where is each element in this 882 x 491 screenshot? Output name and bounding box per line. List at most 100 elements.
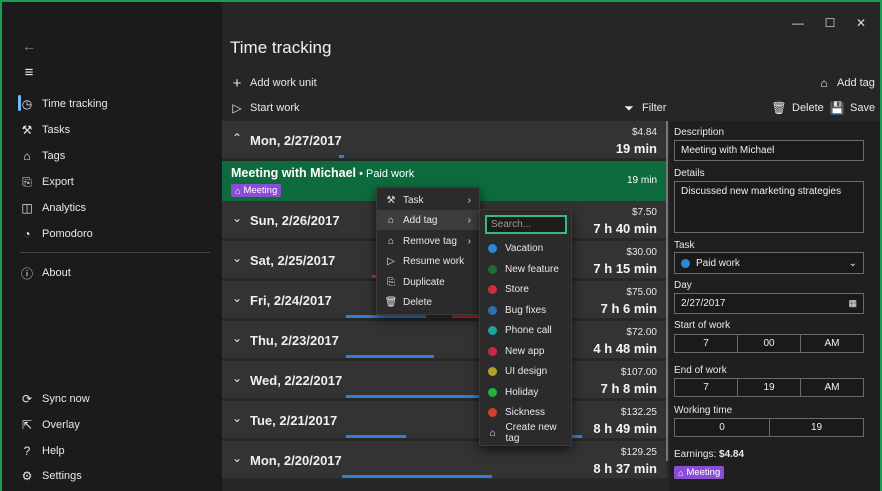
end-ampm-picker[interactable]: AM	[800, 378, 864, 397]
day-row[interactable]: ⌃ Mon, 2/27/2017 $4.84 19 min	[222, 121, 667, 159]
list-scrollbar[interactable]	[666, 121, 668, 461]
day-earnings: $75.00	[626, 287, 657, 298]
tag-submenu: Search... Vacation New feature Store Bug…	[479, 209, 572, 446]
menu-item-label: Remove tag	[403, 235, 457, 247]
day-progress-bar	[346, 355, 434, 358]
hamburger-menu-icon[interactable]: ≡	[22, 64, 36, 81]
back-arrow-icon[interactable]: ←	[22, 38, 36, 54]
end-hour-picker[interactable]: 7	[674, 378, 738, 397]
close-button[interactable]: ✕	[854, 16, 868, 30]
chevron-down-icon[interactable]: ⌄	[230, 211, 244, 225]
sidebar-item-tasks[interactable]: ⚒ Tasks	[20, 121, 71, 139]
analytics-icon: ◫	[21, 201, 33, 215]
start-work-button[interactable]: ▷ Start work	[230, 101, 299, 115]
tag-option-new-app[interactable]: New app	[480, 341, 571, 361]
sidebar-item-time-tracking[interactable]: ◷ Time tracking	[20, 95, 108, 113]
sidebar-item-settings[interactable]: ⚙ Settings	[20, 467, 82, 485]
sidebar-item-pomodoro[interactable]: ◔ Pomodoro	[20, 225, 92, 243]
sidebar-item-overlay[interactable]: ⇱ Overlay	[20, 416, 80, 434]
context-menu: ⚒ Task › ⌂ Add tag › ⌂ Remove tag › ▷ Re…	[376, 187, 480, 315]
entry-tag-chip[interactable]: ⌂ Meeting	[231, 184, 282, 197]
tag-color-dot	[488, 264, 497, 274]
add-work-unit-button[interactable]: + Add work unit	[230, 75, 317, 92]
sidebar-item-sync-now[interactable]: ⟳ Sync now	[20, 390, 90, 408]
earnings-row: Earnings: $4.84	[674, 449, 744, 460]
tag-option-label: UI design	[505, 365, 548, 377]
day-row[interactable]: ⌄ Tue, 2/21/2017 $132.25 8 h 49 min	[222, 401, 667, 439]
day-row[interactable]: ⌄ Wed, 2/22/2017 $107.00 7 h 8 min	[222, 361, 667, 399]
tag-color-dot	[488, 305, 497, 315]
sidebar-item-about[interactable]: ⓘ About	[20, 264, 71, 282]
tag-option-new-feature[interactable]: New feature	[480, 259, 571, 279]
day-duration: 4 h 48 min	[593, 341, 657, 356]
chevron-down-icon[interactable]: ⌄	[230, 411, 244, 425]
working-hours-picker[interactable]: 0	[674, 418, 770, 437]
tag-option-holiday[interactable]: Holiday	[480, 382, 571, 402]
tag-option-vacation[interactable]: Vacation	[480, 238, 571, 258]
tag-color-dot	[488, 407, 497, 417]
start-ampm-picker[interactable]: AM	[800, 334, 864, 353]
day-duration: 8 h 49 min	[593, 421, 657, 436]
context-menu-item-duplicate[interactable]: ⎘ Duplicate	[377, 272, 479, 292]
save-icon: 💾	[829, 101, 845, 115]
working-minutes-picker[interactable]: 19	[769, 418, 864, 437]
tag-option-sickness[interactable]: Sickness	[480, 402, 571, 422]
chevron-down-icon[interactable]: ⌄	[230, 291, 244, 305]
context-menu-item-remove-tag[interactable]: ⌂ Remove tag ›	[377, 231, 479, 251]
chevron-down-icon[interactable]: ⌄	[230, 331, 244, 345]
trash-icon: 🗑	[771, 101, 787, 115]
tag-option-bug-fixes[interactable]: Bug fixes	[480, 300, 571, 320]
filter-button[interactable]: ⏷ Filter	[622, 101, 666, 115]
tag-option-ui-design[interactable]: UI design	[480, 361, 571, 381]
details-tag-chip[interactable]: ⌂ Meeting	[674, 466, 725, 479]
context-menu-item-delete[interactable]: 🗑 Delete	[377, 292, 479, 312]
create-new-tag-item[interactable]: ⌂ Create new tag	[480, 422, 571, 444]
day-date-picker[interactable]: 2/27/2017 ▦	[674, 293, 864, 314]
sidebar-item-help[interactable]: ? Help	[20, 442, 65, 460]
day-date: Sat, 2/25/2017	[250, 253, 336, 268]
delete-button[interactable]: 🗑 Delete	[771, 101, 823, 115]
sidebar-item-label: Sync now	[42, 393, 90, 405]
details-textarea[interactable]: Discussed new marketing strategies	[674, 181, 864, 233]
minimize-button[interactable]: —	[791, 16, 805, 30]
chevron-down-icon[interactable]: ⌄	[230, 251, 244, 265]
tag-option-label: New app	[505, 345, 545, 357]
add-tag-button[interactable]: ⌂ Add tag	[817, 76, 875, 90]
day-earnings: $132.25	[620, 407, 657, 418]
context-menu-item-resume-work[interactable]: ▷ Resume work	[377, 251, 479, 271]
context-menu-item-task[interactable]: ⚒ Task ›	[377, 190, 479, 210]
chevron-up-icon[interactable]: ⌃	[230, 131, 244, 145]
sidebar-item-tags[interactable]: ⌂ Tags	[20, 147, 65, 165]
day-duration: 19 min	[615, 141, 657, 156]
day-date-value: 2/27/2017	[681, 298, 726, 309]
chevron-down-icon[interactable]: ⌄	[230, 371, 244, 385]
description-label: Description	[674, 127, 725, 138]
task-label: Task	[674, 240, 695, 251]
maximize-button[interactable]: ☐	[823, 16, 837, 30]
description-input[interactable]: Meeting with Michael	[674, 140, 864, 161]
day-row[interactable]: ⌄ Mon, 2/20/2017 $129.25 8 h 37 min	[222, 441, 667, 479]
details-label: Details	[674, 168, 705, 179]
start-minute-picker[interactable]: 00	[737, 334, 801, 353]
sidebar-item-label: Overlay	[42, 419, 80, 431]
chevron-down-icon[interactable]: ⌄	[230, 451, 244, 465]
context-menu-item-add-tag[interactable]: ⌂ Add tag ›	[377, 210, 479, 230]
sidebar-item-analytics[interactable]: ◫ Analytics	[20, 199, 86, 217]
end-minute-picker[interactable]: 19	[737, 378, 801, 397]
tag-option-store[interactable]: Store	[480, 279, 571, 299]
day-date: Thu, 2/23/2017	[250, 333, 339, 348]
wrench-icon: ⚒	[386, 194, 396, 206]
tag-option-phone-call[interactable]: Phone call	[480, 320, 571, 340]
add-tag-label: Add tag	[837, 77, 875, 89]
tag-search-input[interactable]: Search...	[485, 215, 567, 234]
chevron-right-icon: ›	[467, 194, 471, 206]
start-hour-picker[interactable]: 7	[674, 334, 738, 353]
task-select[interactable]: Paid work ⌄	[674, 252, 864, 274]
filter-label: Filter	[642, 102, 667, 114]
day-progress-bar	[339, 155, 344, 158]
sidebar-item-export[interactable]: ⎘ Export	[20, 173, 74, 191]
day-row[interactable]: ⌄ Thu, 2/23/2017 $72.00 4 h 48 min	[222, 321, 667, 359]
earnings-label: Earnings:	[674, 449, 717, 460]
tag-icon: ⌂	[678, 467, 684, 478]
save-button[interactable]: 💾 Save	[829, 101, 876, 115]
